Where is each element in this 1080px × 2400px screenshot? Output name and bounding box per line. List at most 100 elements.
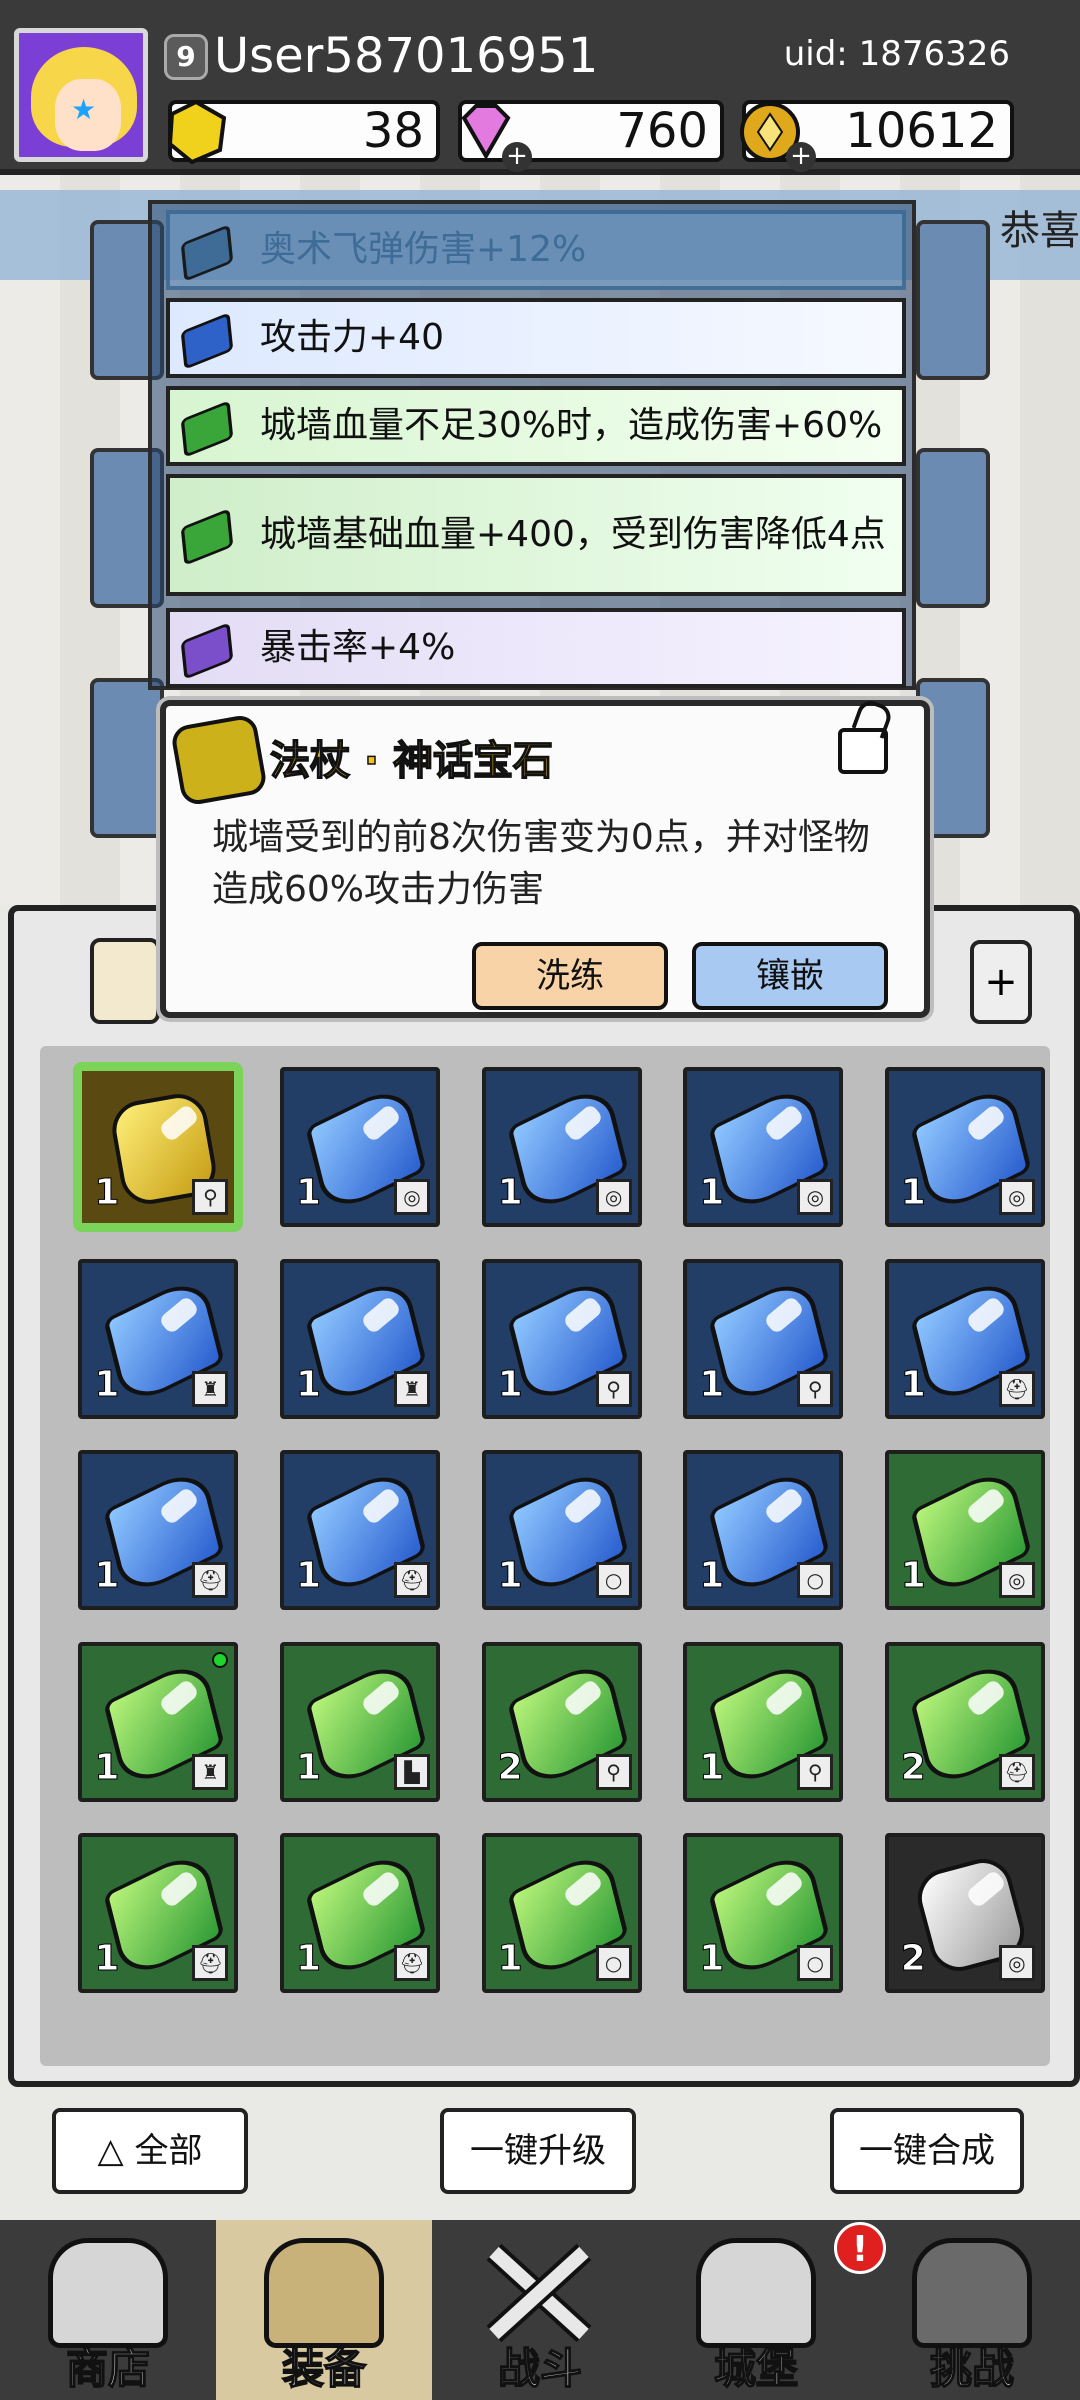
helmet-slot-icon: ⛑ — [998, 1370, 1035, 1407]
gem-count: 1 — [699, 1172, 725, 1214]
tab-label: 装备 — [281, 2343, 367, 2394]
filter-all-button[interactable]: △ 全部 — [52, 2108, 248, 2194]
gem-count: 1 — [497, 1938, 523, 1980]
filter-all-label: 全部 — [134, 2131, 203, 2171]
tab-label: 商店 — [65, 2343, 151, 2394]
upgrade-all-button[interactable]: 一键升级 — [440, 2108, 636, 2194]
tab-battle[interactable]: 战斗 — [432, 2220, 648, 2400]
inventory-gem-slot[interactable]: 1 ◎ — [280, 1067, 440, 1228]
triangle-icon: △ — [97, 2131, 135, 2171]
tab-castle[interactable]: 城堡 — [648, 2220, 864, 2400]
gem-count: 1 — [699, 1555, 725, 1597]
tab-equipment[interactable]: 装备 — [216, 2220, 432, 2400]
inventory-gem-slot[interactable]: 1 ⛑ — [884, 1258, 1045, 1419]
helmet-slot-icon: ⛑ — [192, 1945, 229, 1982]
staff-slot-icon: ⚲ — [797, 1370, 834, 1407]
inventory-gem-slot[interactable]: 1 ⛑ — [280, 1450, 440, 1611]
gem-icon — [180, 622, 234, 680]
add-coin-button[interactable]: + — [786, 142, 816, 172]
diamond-value: 760 — [616, 103, 708, 159]
gem-icon — [180, 312, 234, 370]
coin-value: 10612 — [845, 103, 998, 159]
inventory-gem-slot[interactable]: 1 ⛑ — [280, 1833, 440, 1994]
equipment-slot-right-2[interactable] — [916, 448, 990, 608]
necklace-slot-icon: ○ — [595, 1945, 632, 1982]
gem-count: 1 — [900, 1172, 926, 1214]
inventory-gem-slot[interactable]: 1 ◎ — [884, 1067, 1045, 1228]
armor-slot-icon: ♜ — [192, 1753, 229, 1790]
avatar[interactable]: ★ — [14, 28, 148, 162]
inventory-gem-slot[interactable]: 1 ○ — [481, 1833, 642, 1994]
inventory-gem-slot[interactable]: 1 ⛑ — [78, 1450, 239, 1611]
inlay-button[interactable]: 镶嵌 — [692, 942, 888, 1010]
inventory-gem-slot[interactable]: 1 ⛑ — [78, 1833, 239, 1994]
inventory-gem-slot[interactable]: 1 ◎ — [481, 1067, 642, 1228]
staff-slot-icon: ⚲ — [192, 1179, 229, 1216]
stat-text: 城墙基础血量+400，受到伤害降低4点 — [260, 514, 886, 556]
gem-count: 1 — [295, 1363, 322, 1405]
gem-icon — [180, 508, 234, 566]
gold-crystal-counter: 38 — [167, 99, 440, 165]
gem-count: 1 — [295, 1172, 322, 1214]
unlock-icon[interactable] — [838, 728, 888, 774]
stat-row: 攻击力+40 — [166, 298, 906, 378]
stat-text: 城墙血量不足30%时，造成伤害+60% — [260, 405, 883, 447]
inventory-gem-slot[interactable]: 2 ⚲ — [481, 1641, 642, 1802]
inventory-gem-slot[interactable]: 2 ◎ — [884, 1833, 1045, 1994]
armor-slot-icon: ♜ — [394, 1370, 430, 1407]
inventory-gem-slot[interactable]: 1 ○ — [683, 1450, 844, 1611]
add-diamond-button[interactable]: + — [502, 142, 532, 172]
gem-count: 1 — [94, 1555, 120, 1597]
inventory-filter-tab[interactable] — [90, 938, 160, 1024]
armor-slot-icon: ♜ — [192, 1370, 229, 1407]
stat-text: 奥术飞弹伤害+12% — [260, 229, 587, 271]
equipment-slot-left-3[interactable] — [90, 678, 164, 838]
inventory-gem-slot[interactable]: 1 ⚲ — [481, 1258, 642, 1419]
staff-slot-icon: ⚲ — [595, 1753, 632, 1790]
crossed-swords-icon — [486, 2243, 592, 2343]
tab-label: 战斗 — [497, 2343, 583, 2394]
inventory-gem-slot[interactable]: 2 ⛑ — [884, 1641, 1045, 1802]
gem-count: 1 — [699, 1363, 725, 1405]
helmet-slot-icon: ⛑ — [394, 1562, 430, 1599]
gem-detail-popup: 法杖 · 神话宝石 城墙受到的前8次伤害变为0点，并对怪物造成60%攻击力伤害 … — [160, 700, 930, 1018]
inventory-gem-slot[interactable]: 1 ♜ — [78, 1258, 239, 1419]
gem-count: 1 — [94, 1172, 120, 1214]
inventory-gem-slot[interactable]: 1 ○ — [683, 1833, 844, 1994]
uid-label: uid: 1876326 — [783, 34, 1010, 74]
stat-row: 城墙基础血量+400，受到伤害降低4点 — [166, 474, 906, 596]
tab-shop[interactable]: 商店 — [0, 2220, 216, 2400]
level-badge: 9 — [164, 34, 208, 80]
stat-row: 城墙血量不足30%时，造成伤害+60% — [166, 386, 906, 466]
inventory-expand-button[interactable]: + — [970, 940, 1032, 1024]
top-bar: ★ 9 User587016951 uid: 1876326 38 + 760 … — [0, 0, 1080, 175]
gem-count: 1 — [497, 1363, 523, 1405]
mythic-gem-icon — [169, 713, 269, 807]
stat-row: 暴击率+4% — [166, 608, 906, 688]
tab-challenge[interactable]: 挑战 — [864, 2220, 1080, 2400]
inventory-gem-slot[interactable]: 1 ○ — [481, 1450, 642, 1611]
inventory-gem-slot[interactable]: 1 ⚲ — [683, 1641, 844, 1802]
helmet-slot-icon: ⛑ — [394, 1945, 430, 1982]
inventory-grid[interactable]: 1 ⚲ 1 ◎ 1 ◎ 1 ◎ 1 ◎ 1 ♜ 1 ♜ 1 ⚲ 1 ⚲ 1 ⛑ 1 ⛑ 1 ⛑ 1 ○ 1 ○ 1 ◎ 1 ♜ 1 ▙ 2 ⚲ 1 ⚲ 2 ⛑… — [40, 1046, 1050, 2066]
inventory-gem-slot[interactable]: 1 ▙ — [280, 1641, 440, 1802]
tab-label: 挑战 — [929, 2343, 1015, 2394]
inventory-gem-slot[interactable]: 1 ♜ — [78, 1641, 239, 1802]
reforge-button[interactable]: 洗练 — [472, 942, 668, 1010]
tab-label: 城堡 — [713, 2343, 799, 2394]
inventory-gem-slot[interactable]: 1 ⚲ — [683, 1258, 844, 1419]
ring-slot-icon: ◎ — [595, 1179, 632, 1216]
stat-row: 奥术飞弹伤害+12% — [166, 210, 906, 290]
inventory-gem-slot[interactable]: 1 ◎ — [884, 1450, 1045, 1611]
merge-all-button[interactable]: 一键合成 — [830, 2108, 1024, 2194]
inventory-gem-slot[interactable]: 1 ♜ — [280, 1258, 440, 1419]
equipment-slot-right-1[interactable] — [916, 220, 990, 380]
gem-count: 1 — [295, 1746, 322, 1788]
inventory-panel: 1 ⚲ 1 ◎ 1 ◎ 1 ◎ 1 ◎ 1 ♜ 1 ♜ 1 ⚲ 1 ⚲ 1 ⛑ 1 ⛑ 1 ⛑ 1 ○ 1 ○ 1 ◎ 1 ♜ 1 ▙ 2 ⚲ 1 ⚲ 2 ⛑… — [8, 905, 1080, 2087]
inventory-gem-slot[interactable]: 1 ◎ — [683, 1067, 844, 1228]
inventory-gem-slot[interactable]: 1 ⚲ — [78, 1067, 239, 1228]
gold-crystal-icon — [167, 99, 227, 165]
gem-count: 2 — [497, 1746, 523, 1788]
ring-slot-icon: ◎ — [394, 1179, 430, 1216]
gem-count: 1 — [497, 1555, 523, 1597]
